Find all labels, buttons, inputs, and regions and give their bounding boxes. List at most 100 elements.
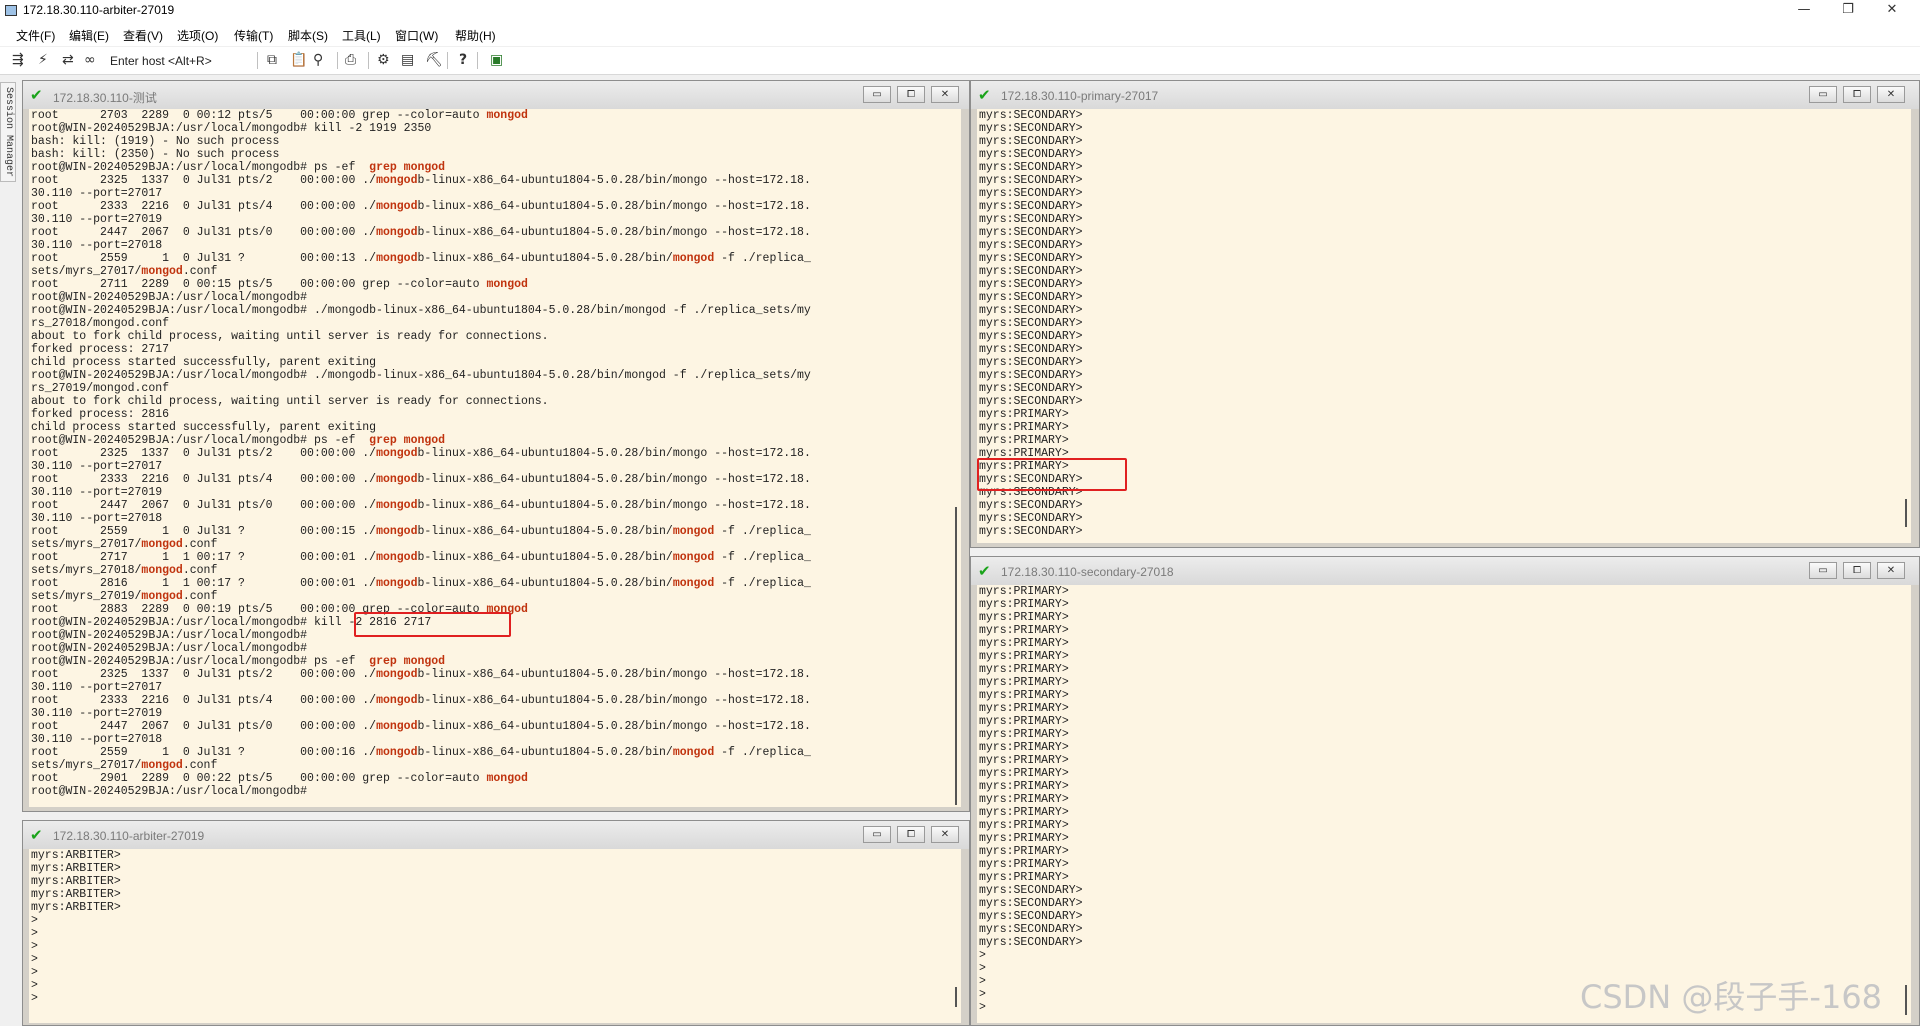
menu-view[interactable]: 查看(V) (123, 27, 163, 44)
terminal-line: myrs:SECONDARY> (979, 109, 1083, 122)
terminal-line: root 2447 2067 0 Jul31 pts/0 00:00:00 ./… (31, 226, 811, 239)
link-icon[interactable]: ∞ (84, 52, 96, 68)
help-icon[interactable]: ? (459, 52, 467, 68)
pane-maximize-button[interactable]: ⧠ (1843, 86, 1871, 103)
terminal-output[interactable]: root 2703 2289 0 00:12 pts/5 00:00:00 gr… (29, 109, 953, 807)
pane-title[interactable]: 172.18.30.110-secondary-27018 (1001, 565, 1174, 579)
paste-icon[interactable]: 📋 (290, 52, 307, 68)
terminal-scrollbar[interactable] (1901, 585, 1911, 1023)
pane-title[interactable]: 172.18.30.110-arbiter-27019 (53, 829, 204, 843)
scrollbar-thumb[interactable] (955, 507, 957, 805)
window-minimize-button[interactable]: — (1784, 0, 1824, 22)
copy-icon[interactable]: ⧉ (267, 52, 277, 68)
terminal-scrollbar[interactable] (951, 849, 961, 1023)
terminal-line: root 2717 1 1 00:17 ? 00:00:01 ./mongodb… (31, 551, 811, 564)
annotation-box (977, 458, 1127, 491)
menu-file[interactable]: 文件(F) (16, 27, 55, 44)
pane-close-button[interactable]: ✕ (931, 86, 959, 103)
terminal-line: myrs:SECONDARY> (979, 884, 1083, 897)
scrollbar-thumb[interactable] (1905, 499, 1907, 527)
terminal-line: root 2559 1 0 Jul31 ? 00:00:15 ./mongodb… (31, 525, 811, 538)
pane-minimize-button[interactable]: ▭ (1809, 562, 1837, 579)
terminal-line: child process started successfully, pare… (31, 421, 377, 434)
terminal-line: myrs:SECONDARY> (979, 395, 1083, 408)
host-input[interactable] (106, 52, 264, 69)
terminal-output[interactable]: myrs:ARBITER> myrs:ARBITER> myrs:ARBITER> m… (29, 849, 953, 1023)
terminal-line: myrs:SECONDARY> (979, 897, 1083, 910)
pane-maximize-button[interactable]: ⧠ (897, 86, 925, 103)
terminal-line: myrs:ARBITER> (31, 849, 121, 862)
terminal-line: myrs:PRIMARY> (979, 793, 1069, 806)
pane-minimize-button[interactable]: ▭ (863, 86, 891, 103)
find-icon[interactable]: ⚲ (313, 52, 323, 68)
terminal-line: root 2559 1 0 Jul31 ? 00:00:13 ./mongodb… (31, 252, 811, 265)
terminal-line: myrs:PRIMARY> (979, 663, 1069, 676)
annotation-box (354, 612, 511, 637)
settings-icon[interactable]: ⚙ (377, 52, 390, 68)
terminal-line: myrs:SECONDARY> (979, 330, 1083, 343)
menu-transfer[interactable]: 传输(T) (234, 27, 273, 44)
print-icon[interactable]: ⎙ (345, 52, 356, 68)
scrollbar-thumb[interactable] (955, 987, 957, 1007)
terminal-line: myrs:PRIMARY> (979, 715, 1069, 728)
terminal-scrollbar[interactable] (951, 109, 961, 807)
session-pane-primary: ✔ 172.18.30.110-primary-27017 ▭ ⧠ ✕ myrs… (970, 80, 1920, 548)
session-manager-label: Session Manager (3, 87, 14, 178)
terminal-line: myrs:SECONDARY> (979, 923, 1083, 936)
pane-maximize-button[interactable]: ⧠ (1843, 562, 1871, 579)
terminal-line: myrs:PRIMARY> (979, 819, 1069, 832)
connected-check-icon: ✔ (978, 86, 991, 104)
terminal-line: root@WIN-20240529BJA:/usr/local/mongodb#… (31, 161, 446, 174)
app-icon (5, 5, 17, 16)
terminal-line: myrs:SECONDARY> (979, 499, 1083, 512)
menu-help[interactable]: 帮助(H) (455, 27, 496, 44)
sftp-icon[interactable]: ⛏ (425, 52, 443, 68)
terminal-line: > (31, 953, 38, 966)
keymap-icon[interactable]: ▤ (401, 52, 414, 68)
reconnect-icon[interactable]: ⇄ (62, 52, 74, 68)
terminal-line: root 2325 1337 0 Jul31 pts/2 00:00:00 ./… (31, 447, 811, 460)
window-close-button[interactable]: ✕ (1872, 0, 1912, 22)
terminal-line: myrs:PRIMARY> (979, 754, 1069, 767)
terminal-line: root 2447 2067 0 Jul31 pts/0 00:00:00 ./… (31, 720, 811, 733)
terminal-line: myrs:PRIMARY> (979, 871, 1069, 884)
terminal-line: 30.110 --port=27018 (31, 733, 163, 746)
script-icon[interactable]: ▣ (490, 52, 503, 68)
quick-connect-icon[interactable]: ⚡ (38, 52, 48, 68)
terminal-line: > (31, 927, 38, 940)
terminal-line: sets/myrs_27018/mongod.conf (31, 564, 218, 577)
pane-title[interactable]: 172.18.30.110-primary-27017 (1001, 89, 1158, 103)
pane-title[interactable]: 172.18.30.110-测试 (53, 89, 157, 106)
session-pane-test: ✔ 172.18.30.110-测试 ▭ ⧠ ✕ root 2703 2289 … (22, 80, 970, 812)
menu-bar: 文件(F) 编辑(E) 查看(V) 选项(O) 传输(T) 脚本(S) 工具(L… (0, 22, 1920, 46)
pane-header: ✔ 172.18.30.110-测试 ▭ ⧠ ✕ (23, 81, 969, 109)
menu-edit[interactable]: 编辑(E) (69, 27, 109, 44)
terminal-line: myrs:SECONDARY> (979, 512, 1083, 525)
pane-close-button[interactable]: ✕ (931, 826, 959, 843)
pane-minimize-button[interactable]: ▭ (863, 826, 891, 843)
pane-minimize-button[interactable]: ▭ (1809, 86, 1837, 103)
terminal-line: myrs:SECONDARY> (979, 525, 1083, 538)
terminal-line: root@WIN-20240529BJA:/usr/local/mongodb#… (31, 655, 446, 668)
toolbar-separator (337, 52, 338, 69)
terminal-line: myrs:SECONDARY> (979, 317, 1083, 330)
pane-close-button[interactable]: ✕ (1877, 86, 1905, 103)
window-restore-button[interactable]: ❐ (1828, 0, 1868, 22)
terminal-line: root@WIN-20240529BJA:/usr/local/mongodb#… (31, 304, 811, 317)
terminal-line: myrs:SECONDARY> (979, 910, 1083, 923)
pane-close-button[interactable]: ✕ (1877, 562, 1905, 579)
menu-tools[interactable]: 工具(L) (342, 27, 381, 44)
menu-script[interactable]: 脚本(S) (288, 27, 328, 44)
terminal-line: root 2333 2216 0 Jul31 pts/4 00:00:00 ./… (31, 200, 811, 213)
terminal-line: myrs:PRIMARY> (979, 637, 1069, 650)
connect-icon[interactable]: ⇶ (12, 52, 24, 68)
terminal-line: myrs:SECONDARY> (979, 226, 1083, 239)
menu-options[interactable]: 选项(O) (177, 27, 218, 44)
pane-maximize-button[interactable]: ⧠ (897, 826, 925, 843)
terminal-line: rs_27018/mongod.conf (31, 317, 170, 330)
scrollbar-thumb[interactable] (1905, 985, 1907, 1015)
menu-window[interactable]: 窗口(W) (395, 27, 438, 44)
session-manager-tab[interactable]: Session Manager (0, 82, 16, 182)
terminal-scrollbar[interactable] (1901, 109, 1911, 543)
terminal-output[interactable]: myrs:PRIMARY> myrs:PRIMARY> myrs:PRIMARY> m… (977, 585, 1903, 1023)
